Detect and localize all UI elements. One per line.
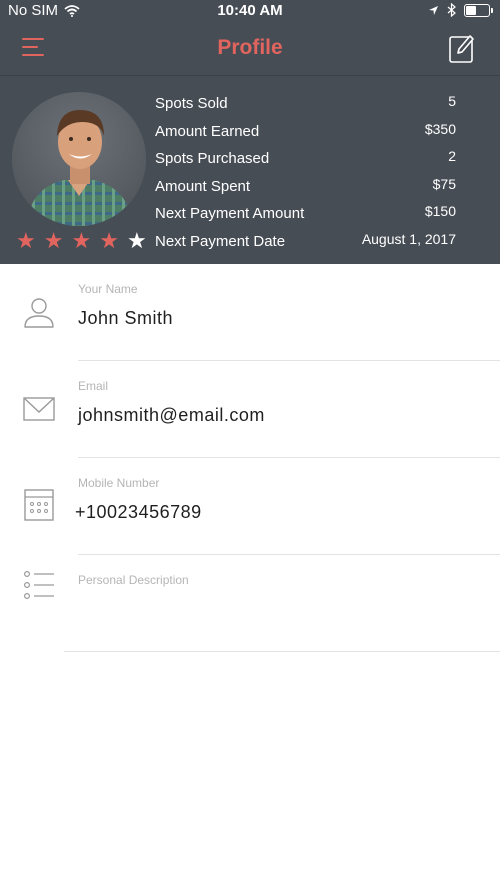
bluetooth-icon xyxy=(447,3,456,17)
nav-divider xyxy=(0,75,500,76)
stat-value: August 1, 2017 xyxy=(361,230,456,247)
stat-label: Amount Earned xyxy=(155,122,260,140)
stat-value: $75 xyxy=(432,175,456,192)
name-label: Your Name xyxy=(78,282,138,296)
navigation-bar: Profile xyxy=(0,22,500,76)
email-label: Email xyxy=(78,379,109,393)
list-icon xyxy=(23,570,54,600)
star-icon[interactable]: ★ xyxy=(71,230,91,252)
mobile-label: Mobile Number xyxy=(78,476,160,490)
stat-row: Next Payment Date August 1, 2017 xyxy=(155,228,460,256)
mobile-field[interactable]: Mobile Number +10023456789 xyxy=(0,458,500,555)
stat-row: Amount Spent $75 xyxy=(155,173,460,201)
star-icon[interactable]: ★ xyxy=(16,230,36,252)
name-field[interactable]: Your Name John Smith xyxy=(0,264,500,361)
rating-stars: ★ ★ ★ ★ ★ xyxy=(16,230,147,252)
field-divider xyxy=(64,651,500,652)
email-field[interactable]: Email johnsmith@email.com xyxy=(0,361,500,458)
description-field[interactable]: Personal Description xyxy=(0,555,500,652)
stat-value: $150 xyxy=(424,203,456,220)
avatar[interactable] xyxy=(12,92,146,226)
keypad-icon xyxy=(24,489,54,521)
stat-value: 5 xyxy=(448,93,456,109)
stat-value: $350 xyxy=(424,120,456,137)
mobile-input[interactable]: +10023456789 xyxy=(75,502,202,523)
status-bar: No SIM 10:40 AM xyxy=(0,0,500,22)
name-input[interactable]: John Smith xyxy=(78,308,173,329)
stat-row: Next Payment Amount $150 xyxy=(155,200,460,228)
status-time: 10:40 AM xyxy=(217,2,283,19)
stat-row: Spots Purchased 2 xyxy=(155,145,460,173)
profile-header: No SIM 10:40 AM Profile ★ ★ ★ ★ ★ Spots … xyxy=(0,0,500,264)
stat-label: Next Payment Date xyxy=(155,232,286,250)
stat-row: Amount Earned $350 xyxy=(155,118,460,146)
stat-label: Spots Sold xyxy=(155,95,228,112)
email-input[interactable]: johnsmith@email.com xyxy=(78,405,265,426)
star-icon[interactable]: ★ xyxy=(44,230,64,252)
profile-photo xyxy=(12,92,146,226)
envelope-icon xyxy=(23,397,55,421)
description-label: Personal Description xyxy=(78,573,189,587)
stat-value: 2 xyxy=(448,148,456,165)
user-icon xyxy=(24,298,54,328)
location-arrow-icon xyxy=(429,5,438,15)
page-title: Profile xyxy=(217,36,283,59)
stat-label: Next Payment Amount xyxy=(155,205,305,223)
star-icon[interactable]: ★ xyxy=(127,230,147,252)
stat-label: Amount Spent xyxy=(155,177,251,195)
profile-stats: Spots Sold 5 Amount Earned $350 Spots Pu… xyxy=(155,90,460,256)
stat-label: Spots Purchased xyxy=(155,150,270,168)
stat-row: Spots Sold 5 xyxy=(155,90,460,118)
star-icon[interactable]: ★ xyxy=(99,230,119,252)
battery-icon xyxy=(464,3,493,17)
edit-icon[interactable] xyxy=(448,32,476,64)
